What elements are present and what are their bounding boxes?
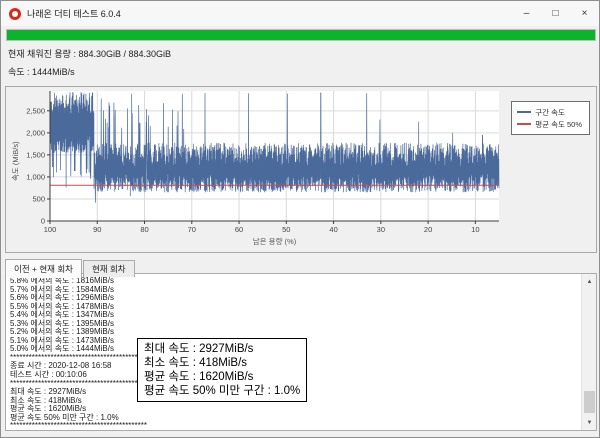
- window-title: 나래온 더티 테스트 6.0.4: [27, 7, 121, 20]
- x-tick-label: 70: [188, 225, 196, 234]
- minimize-button[interactable]: –: [512, 1, 541, 26]
- speed-chart-svg: 10090807060504030201005001,0001,5002,000…: [6, 87, 596, 252]
- maximize-button[interactable]: □: [541, 1, 570, 26]
- x-tick-label: 40: [329, 225, 337, 234]
- y-tick-label: 0: [41, 217, 45, 226]
- legend-label: 평균 속도 50%: [535, 119, 582, 130]
- x-tick-label: 30: [377, 225, 385, 234]
- y-tick-label: 2,000: [26, 128, 45, 137]
- x-tick-label: 20: [424, 225, 432, 234]
- chart-x-axis-label: 남은 용량 (%): [50, 236, 499, 247]
- log-scrollbar[interactable]: ▲ ▼: [581, 274, 596, 430]
- stats-callout-line: 평균 속도 50% 미만 구간 : 1.0%: [144, 384, 300, 398]
- tab-previous-plus-current-round[interactable]: 이전 + 현재 회차: [5, 259, 82, 278]
- tab-current-round[interactable]: 현재 회차: [83, 260, 135, 277]
- legend-line-swatch: [517, 111, 531, 113]
- y-tick-label: 1,000: [26, 172, 45, 181]
- title-bar[interactable]: 나래온 더티 테스트 6.0.4 – □ ×: [1, 1, 599, 26]
- tab-label: 현재 회차: [92, 264, 126, 274]
- stats-callout-line: 최소 속도 : 418MiB/s: [144, 356, 300, 370]
- speed-chart: 10090807060504030201005001,0001,5002,000…: [5, 86, 597, 253]
- stats-callout-line: 평균 속도 : 1620MiB/s: [144, 370, 300, 384]
- legend-item: 구간 속도: [517, 106, 582, 118]
- legend-item: 평균 속도 50%: [517, 118, 582, 130]
- x-tick-label: 90: [93, 225, 101, 234]
- progress-fill: [7, 30, 595, 40]
- scroll-down-button[interactable]: ▼: [582, 415, 597, 430]
- x-tick-label: 10: [471, 225, 479, 234]
- y-tick-label: 1,500: [26, 150, 45, 159]
- speed-label: 속도 : 1444MiB/s: [8, 65, 75, 78]
- legend-label: 구간 속도: [535, 107, 565, 118]
- window-controls: – □ ×: [512, 1, 599, 26]
- stats-callout: 최대 속도 : 2927MiB/s최소 속도 : 418MiB/s평균 속도 :…: [137, 338, 307, 402]
- legend-line-swatch: [517, 123, 531, 125]
- capacity-label: 현재 채워진 용량 : 884.30GiB / 884.30GiB: [8, 47, 171, 60]
- scroll-thumb[interactable]: [584, 391, 595, 413]
- y-tick-label: 2,500: [26, 106, 45, 115]
- close-button[interactable]: ×: [570, 1, 599, 26]
- x-tick-label: 100: [44, 225, 57, 234]
- x-tick-label: 60: [235, 225, 243, 234]
- log-lines: 5.8% 에서의 속도 : 1816MiB/s5.7% 에서의 속도 : 158…: [10, 277, 147, 431]
- x-tick-label: 50: [282, 225, 290, 234]
- chart-y-axis-label: 속도 (MiB/s): [10, 141, 21, 181]
- app-window: 나래온 더티 테스트 6.0.4 – □ × 현재 채워진 용량 : 884.3…: [0, 0, 600, 438]
- log-line: ****************************************…: [10, 422, 147, 431]
- y-tick-label: 500: [32, 194, 45, 203]
- scroll-up-button[interactable]: ▲: [582, 274, 597, 289]
- progress-bar: [6, 29, 596, 41]
- app-icon: [9, 8, 21, 20]
- tab-label: 이전 + 현재 회차: [14, 264, 73, 274]
- stats-callout-line: 최대 속도 : 2927MiB/s: [144, 342, 300, 356]
- tab-strip: 이전 + 현재 회차 현재 회차: [5, 259, 136, 277]
- chart-legend: 구간 속도평균 속도 50%: [511, 101, 590, 135]
- x-tick-label: 80: [140, 225, 148, 234]
